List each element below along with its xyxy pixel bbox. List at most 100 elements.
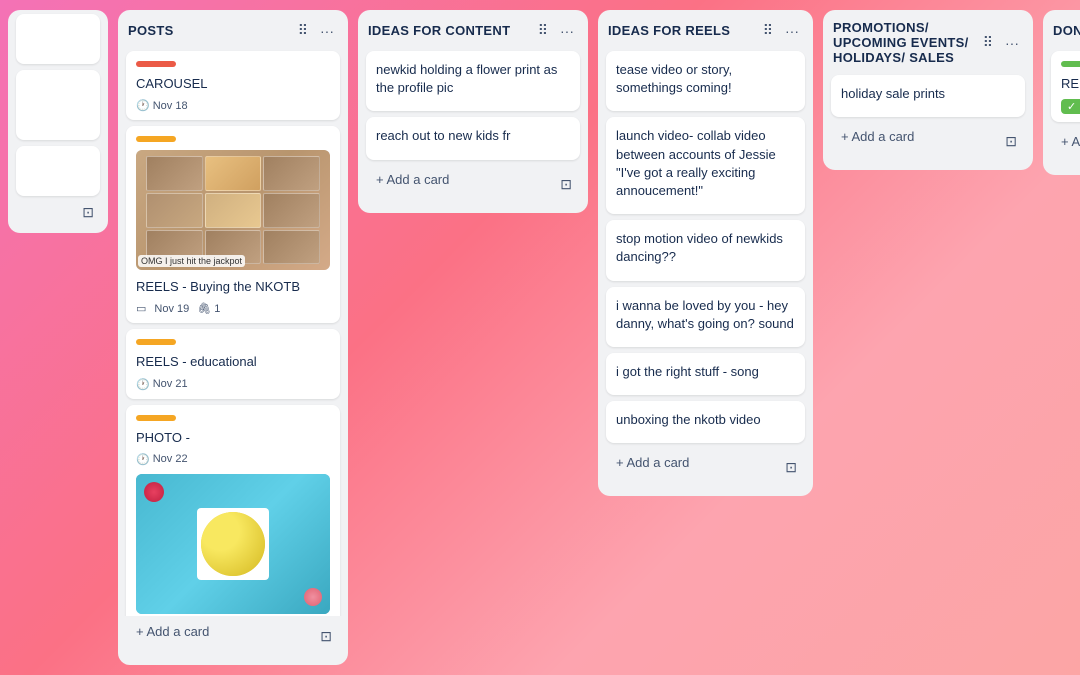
posts-archive-icon[interactable]: ⊡ [312,624,340,649]
clock-icon: 🕐 [136,99,150,112]
reels-buying-attach: 🖇 1 [197,302,220,315]
column-ideas-content-title: IDEAS FOR CONTENT [368,23,534,38]
nkotb-cell-2 [205,156,262,191]
ideas-content-more[interactable]: ··· [556,21,578,41]
ideas-content-add-row: + Add a card ⊡ [358,164,588,213]
column-ideas-reels: IDEAS FOR REELS ⠿ ··· tease video or sto… [598,10,813,496]
column-promotions: PROMOTIONS/ UPCOMING EVENTS/ HOLIDAYS/ S… [823,10,1033,170]
card-stop-motion-title: stop motion video of newkids dancing?? [616,230,795,266]
column-promotions-header: PROMOTIONS/ UPCOMING EVENTS/ HOLIDAYS/ S… [823,10,1033,71]
reels-announce-date-badge: ✓ Nov 15 [1061,99,1080,114]
card-reels-educational[interactable]: REELS - educational 🕐 Nov 21 [126,329,340,398]
nkotb-grid [146,156,321,264]
column-done-cards: REELS - Announce ✓ Nov 15 [1043,47,1080,126]
card-launch-video[interactable]: launch video- collab video between accou… [606,117,805,214]
card-tease-video-title: tease video or story, somethings coming! [616,61,795,97]
ideas-reels-add-row: + Add a card ⊡ [598,447,813,496]
check-icon: ✓ [1067,100,1076,113]
card-reach-out[interactable]: reach out to new kids fr [366,117,580,159]
column-promotions-cards: holiday sale prints [823,71,1033,121]
partial-card-1[interactable] [16,14,100,64]
card-launch-video-title: launch video- collab video between accou… [616,127,795,200]
card-reels-announce[interactable]: REELS - Announce ✓ Nov 15 [1051,51,1080,122]
card-wanna-loved[interactable]: i wanna be loved by you - hey danny, wha… [606,287,805,347]
ideas-reels-add-card-btn[interactable]: + Add a card [606,449,769,480]
column-partial-left: ⊡ [8,10,108,233]
card-holiday-sale[interactable]: holiday sale prints [831,75,1025,117]
flower-inner-img [201,512,265,576]
card-newkid-flower[interactable]: newkid holding a flower print as the pro… [366,51,580,111]
kanban-board: ⊡ POSTS ⠿ ··· CAROUSEL 🕐 Nov 18 [0,0,1080,675]
card-carousel[interactable]: CAROUSEL 🕐 Nov 18 [126,51,340,120]
card-right-stuff-title: i got the right stuff - song [616,363,795,381]
attach-icon: 🖇 [197,302,211,315]
clock-icon-3: 🕐 [136,453,150,466]
card-label-red [136,61,176,67]
ideas-reels-archive-icon[interactable]: ⊡ [777,455,805,480]
card-label-orange-3 [136,415,176,421]
done-add-row: + Add a card [1043,126,1080,175]
card-label-green [1061,61,1080,67]
done-add-card-btn[interactable]: + Add a card [1051,128,1080,159]
column-ideas-content: IDEAS FOR CONTENT ⠿ ··· newkid holding a… [358,10,588,213]
flower-frame [197,508,269,580]
card-carousel-meta: 🕐 Nov 18 [136,99,330,112]
card-reels-announce-title: REELS - Announce [1061,75,1080,93]
photo-date: 🕐 Nov 22 [136,453,188,466]
column-ideas-reels-controls: ⠿ ··· [759,20,803,41]
ideas-reels-drag[interactable]: ⠿ [759,20,777,41]
flowers-image [136,474,330,614]
reels-buying-cardicon: ▭ [136,302,146,315]
promotions-more[interactable]: ··· [1001,33,1023,53]
card-right-stuff[interactable]: i got the right stuff - song [606,353,805,395]
card-photo-title: PHOTO - [136,429,330,447]
reels-buying-date: Nov 19 [154,303,189,315]
promotions-add-card-btn[interactable]: + Add a card [831,123,989,154]
card-photo-meta: 🕐 Nov 22 [136,453,330,466]
column-posts-controls: ⠿ ··· [294,20,338,41]
column-done-title: DONE [1053,23,1080,38]
card-tease-video[interactable]: tease video or story, somethings coming! [606,51,805,111]
column-ideas-reels-header: IDEAS FOR REELS ⠿ ··· [598,10,813,47]
column-posts: POSTS ⠿ ··· CAROUSEL 🕐 Nov 18 [118,10,348,665]
ideas-content-add-card-btn[interactable]: + Add a card [366,166,544,197]
partial-card-2[interactable] [16,70,100,140]
card-photo[interactable]: PHOTO - 🕐 Nov 22 [126,405,340,616]
posts-add-row: + Add a card ⊡ [118,616,348,665]
column-posts-title: POSTS [128,23,294,38]
nkotb-cell-1 [146,156,203,191]
posts-add-card-btn[interactable]: + Add a card [126,618,304,649]
column-ideas-content-controls: ⠿ ··· [534,20,578,41]
column-posts-drag[interactable]: ⠿ [294,20,312,41]
card-unboxing[interactable]: unboxing the nkotb video [606,401,805,443]
carousel-date: 🕐 Nov 18 [136,99,188,112]
column-ideas-content-cards: newkid holding a flower print as the pro… [358,47,588,164]
column-ideas-reels-cards: tease video or story, somethings coming!… [598,47,813,447]
flower-center-img [201,512,265,576]
column-posts-more[interactable]: ··· [316,21,338,41]
ideas-reels-more[interactable]: ··· [781,21,803,41]
pink-flower [304,588,322,606]
column-done: DONE ⠿ ··· REELS - Announce ✓ Nov 15 [1043,10,1080,175]
partial-card-3[interactable] [16,146,100,196]
nkotb-image: OMG I just hit the jackpot [136,150,330,270]
reels-edu-date: 🕐 Nov 21 [136,378,188,391]
card-reels-buying-meta: ▭ Nov 19 🖇 1 [136,302,330,315]
card-reels-buying[interactable]: OMG I just hit the jackpot REELS - Buyin… [126,126,340,323]
nkotb-cell-5 [205,193,262,228]
promotions-drag[interactable]: ⠿ [979,32,997,53]
archive-icon[interactable]: ⊡ [74,200,102,225]
nkotb-cell-3 [263,156,320,191]
column-ideas-content-header: IDEAS FOR CONTENT ⠿ ··· [358,10,588,47]
card-wanna-loved-title: i wanna be loved by you - hey danny, wha… [616,297,795,333]
card-reach-out-title: reach out to new kids fr [376,127,570,145]
card-reels-edu-meta: 🕐 Nov 21 [136,378,330,391]
card-stop-motion[interactable]: stop motion video of newkids dancing?? [606,220,805,280]
card-image-nkotb: OMG I just hit the jackpot [136,150,330,270]
nkotb-cell-4 [146,193,203,228]
card-label-orange-1 [136,136,176,142]
ideas-content-archive-icon[interactable]: ⊡ [552,172,580,197]
ideas-content-drag[interactable]: ⠿ [534,20,552,41]
column-ideas-reels-title: IDEAS FOR REELS [608,23,759,38]
promotions-archive-icon[interactable]: ⊡ [997,129,1025,154]
